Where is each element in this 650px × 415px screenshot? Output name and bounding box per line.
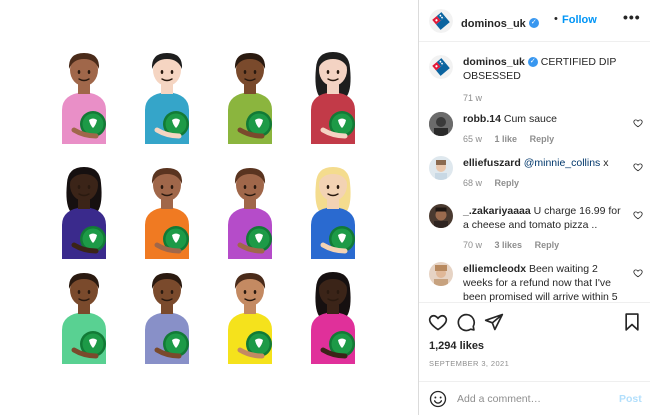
comment-mention[interactable]: @minnie_collins <box>524 157 601 169</box>
comment-age[interactable]: 70 w <box>463 240 482 250</box>
caption-age[interactable]: 71 w <box>463 93 482 103</box>
comment-input[interactable] <box>457 390 607 408</box>
post-image[interactable] <box>0 0 418 415</box>
pregnant-person-emoji <box>131 44 203 144</box>
profile-photo <box>429 204 453 228</box>
pregnant-person-emoji <box>297 159 369 259</box>
comment-username[interactable]: elliefuszard <box>463 157 521 169</box>
heart-icon[interactable] <box>633 268 643 278</box>
pregnant-person-emoji <box>48 159 120 259</box>
avatar[interactable] <box>429 262 453 286</box>
dominos-avatar[interactable] <box>429 9 453 33</box>
comment-text: x <box>603 157 609 169</box>
dominos-avatar[interactable] <box>429 55 453 79</box>
comment-text: Cum sauce <box>503 113 557 125</box>
heart-icon[interactable] <box>633 162 643 172</box>
reply-button[interactable]: Reply <box>530 134 555 144</box>
emoji-grid <box>48 44 368 374</box>
more-icon[interactable]: ••• <box>623 9 641 25</box>
comment-age[interactable]: 68 w <box>463 178 482 188</box>
pregnant-person-emoji <box>48 44 120 144</box>
pregnant-person-emoji <box>48 264 120 364</box>
verified-icon: ✓ <box>528 17 539 28</box>
pregnant-person-emoji <box>214 159 286 259</box>
dominos-logo-icon <box>429 55 453 79</box>
comment-likes[interactable]: 3 likes <box>495 240 523 250</box>
author-username[interactable]: dominos_uk <box>461 18 526 30</box>
comments-list[interactable]: dominos_uk ✓ CERTIFIED DIP OBSESSED 71 w … <box>419 42 650 302</box>
heart-icon[interactable] <box>633 118 643 128</box>
profile-photo <box>429 156 453 180</box>
dominos-logo-icon <box>429 9 453 33</box>
bookmark-icon[interactable] <box>622 312 642 332</box>
avatar[interactable] <box>429 156 453 180</box>
profile-photo <box>429 262 453 286</box>
like-count[interactable]: 1,294 likes <box>429 340 484 352</box>
comment-username[interactable]: _.zakariyaaaa <box>463 205 531 217</box>
follow-button[interactable]: Follow <box>562 14 597 26</box>
comment-username[interactable]: elliemcleodx <box>463 263 526 275</box>
smiley-icon[interactable] <box>429 390 447 408</box>
reply-button[interactable]: Reply <box>535 240 560 250</box>
comment-age[interactable]: 65 w <box>463 134 482 144</box>
pregnant-person-emoji <box>131 159 203 259</box>
avatar[interactable] <box>429 204 453 228</box>
profile-photo <box>429 112 453 136</box>
verified-icon: ✓ <box>527 57 538 68</box>
heart-icon[interactable] <box>428 312 448 332</box>
add-comment-bar: Post <box>419 381 650 415</box>
pregnant-person-emoji <box>214 264 286 364</box>
pregnant-person-emoji <box>297 264 369 364</box>
reply-button[interactable]: Reply <box>495 178 520 188</box>
avatar[interactable] <box>429 112 453 136</box>
caption-username[interactable]: dominos_uk <box>463 56 525 68</box>
comment-likes[interactable]: 1 like <box>495 134 518 144</box>
post-date[interactable]: SEPTEMBER 3, 2021 <box>429 359 509 368</box>
pregnant-person-emoji <box>131 264 203 364</box>
action-bar <box>419 303 650 339</box>
pregnant-person-emoji <box>297 44 369 144</box>
pregnant-person-emoji <box>214 44 286 144</box>
post-header: dominos_uk ✓ • Follow ••• <box>419 0 650 42</box>
comment-username[interactable]: robb.14 <box>463 113 501 125</box>
heart-icon[interactable] <box>633 210 643 220</box>
post-sidebar: dominos_uk ✓ • Follow ••• dominos_uk ✓ C… <box>419 0 650 415</box>
post-comment-button[interactable]: Post <box>619 393 642 405</box>
share-icon[interactable] <box>484 312 504 332</box>
comment-icon[interactable] <box>456 312 476 332</box>
separator-dot: • <box>554 13 558 25</box>
